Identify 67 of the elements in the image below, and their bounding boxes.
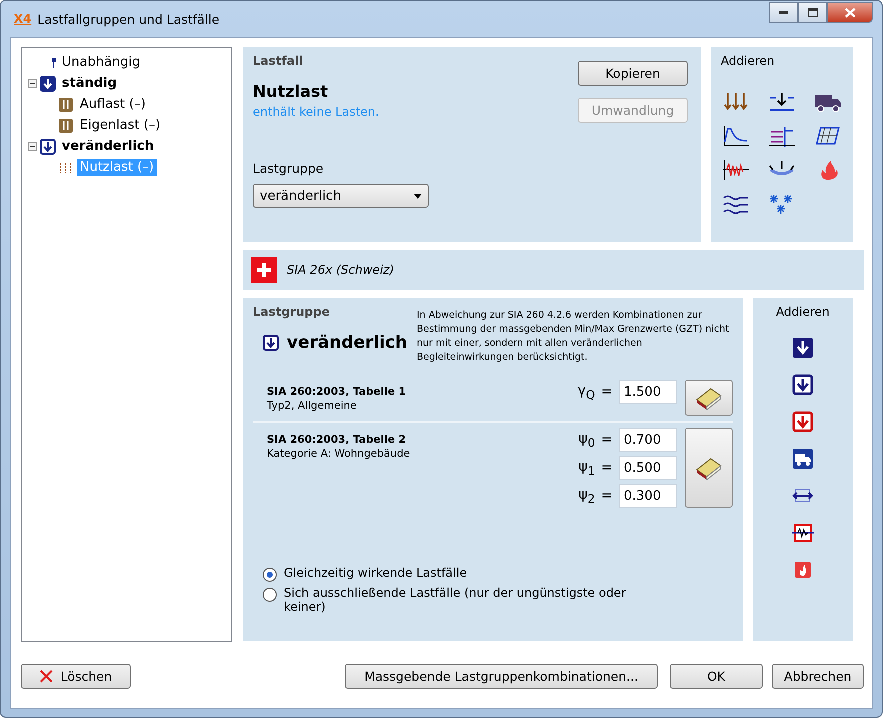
truck-icon[interactable] bbox=[792, 448, 814, 470]
table-reference: SIA 260:2003, Tabelle 1 bbox=[267, 386, 406, 398]
window-title: Lastfallgruppen und Lastfälle bbox=[38, 12, 220, 26]
table-subtitle: Kategorie A: Wohngebäude bbox=[267, 448, 410, 460]
factor-label: ψ$_{1}$ bbox=[578, 458, 596, 478]
tree-item[interactable]: Eigenlast (–) bbox=[77, 117, 164, 134]
option-label: Gleichzeitig wirkende Lastfälle bbox=[284, 566, 468, 580]
close-icon bbox=[844, 8, 856, 18]
section-heading: Lastgruppe bbox=[253, 305, 331, 319]
section-heading: Addieren bbox=[721, 54, 776, 68]
tree-item[interactable]: Auflast (–) bbox=[77, 96, 149, 113]
radio-button[interactable] bbox=[263, 588, 277, 602]
delete-button[interactable]: Löschen bbox=[21, 664, 131, 688]
norm-label: SIA 26x (Schweiz) bbox=[287, 263, 394, 277]
info-text: enthält keine Lasten. bbox=[253, 105, 380, 119]
collapse-icon[interactable] bbox=[28, 78, 37, 88]
dot-icon bbox=[52, 58, 56, 68]
app-logo: X4 bbox=[14, 12, 32, 26]
vibration-icon[interactable] bbox=[721, 158, 751, 182]
book-icon bbox=[694, 456, 724, 480]
ok-button[interactable]: OK bbox=[670, 664, 763, 688]
norm-book-button[interactable] bbox=[685, 428, 733, 508]
note-text: In Abweichung zur SIA 260 4.2.6 werden Kombinationen zur Bestimmung der massgebenden Min/Max Grenzwerte (GZT) nicht nur mit einer, sondern mit allen veränderlichen Begleiteinwirkungen berücksichtigt. bbox=[417, 309, 730, 365]
tree-item[interactable]: Unabhängig bbox=[59, 54, 144, 71]
maximize-icon bbox=[808, 8, 818, 17]
field-label: Lastgruppe bbox=[253, 161, 325, 176]
equals-sign: = bbox=[601, 460, 613, 476]
close-button[interactable] bbox=[827, 2, 873, 23]
load-arrows-icon bbox=[58, 118, 74, 134]
collapse-icon[interactable] bbox=[28, 142, 37, 150]
factor-label: ψ$_{0}$ bbox=[578, 430, 596, 450]
tree-item[interactable]: ständig bbox=[59, 75, 120, 92]
swiss-flag-icon bbox=[251, 257, 277, 283]
copy-button[interactable]: Kopieren bbox=[578, 61, 688, 86]
norm-book-button[interactable] bbox=[685, 380, 733, 416]
factor-field[interactable]: 0.300 bbox=[619, 484, 677, 508]
table-reference: SIA 260:2003, Tabelle 2 bbox=[267, 434, 408, 446]
point-load-icon[interactable] bbox=[767, 90, 797, 114]
minimize-button[interactable] bbox=[769, 2, 798, 23]
combinations-button[interactable]: Massgebende Lastgruppenkombinationen... bbox=[345, 664, 658, 688]
table-subtitle: Typ2, Allgemeine bbox=[267, 400, 358, 412]
equals-sign: = bbox=[601, 488, 613, 504]
factor-field[interactable]: 1.500 bbox=[619, 380, 677, 404]
book-icon bbox=[694, 386, 724, 410]
pressure-diagram-icon[interactable] bbox=[767, 124, 797, 148]
vibration-icon[interactable] bbox=[792, 522, 814, 544]
fire-icon[interactable] bbox=[792, 559, 814, 581]
factor-field[interactable]: 0.500 bbox=[619, 456, 677, 480]
load-group-name: veränderlich bbox=[287, 333, 408, 353]
factor-label: γ$_{Q}$ bbox=[576, 382, 596, 402]
maximize-button[interactable] bbox=[798, 2, 827, 23]
radio-button[interactable] bbox=[263, 568, 277, 582]
load-case-name: Nutzlast bbox=[253, 82, 330, 101]
factor-field[interactable]: 0.700 bbox=[619, 428, 677, 452]
group-dropdown[interactable]: veränderlich bbox=[253, 184, 429, 208]
load-arrows-icon bbox=[58, 96, 74, 112]
minimize-icon bbox=[779, 11, 788, 14]
tree-item[interactable]: veränderlich bbox=[59, 138, 158, 155]
close-icon bbox=[40, 670, 53, 682]
cancel-button[interactable]: Abbrechen bbox=[772, 664, 864, 688]
section-heading: Addieren bbox=[776, 305, 830, 319]
factor-label: ψ$_{2}$ bbox=[578, 486, 596, 506]
equals-sign: = bbox=[601, 432, 613, 448]
dropdown-caret-icon bbox=[414, 194, 422, 198]
equals-sign: = bbox=[601, 384, 613, 400]
section-heading: Lastfall bbox=[253, 54, 304, 68]
option-label: Sich ausschließende Lastfälle (nur der ungünstigste oder keiner) bbox=[284, 586, 628, 614]
